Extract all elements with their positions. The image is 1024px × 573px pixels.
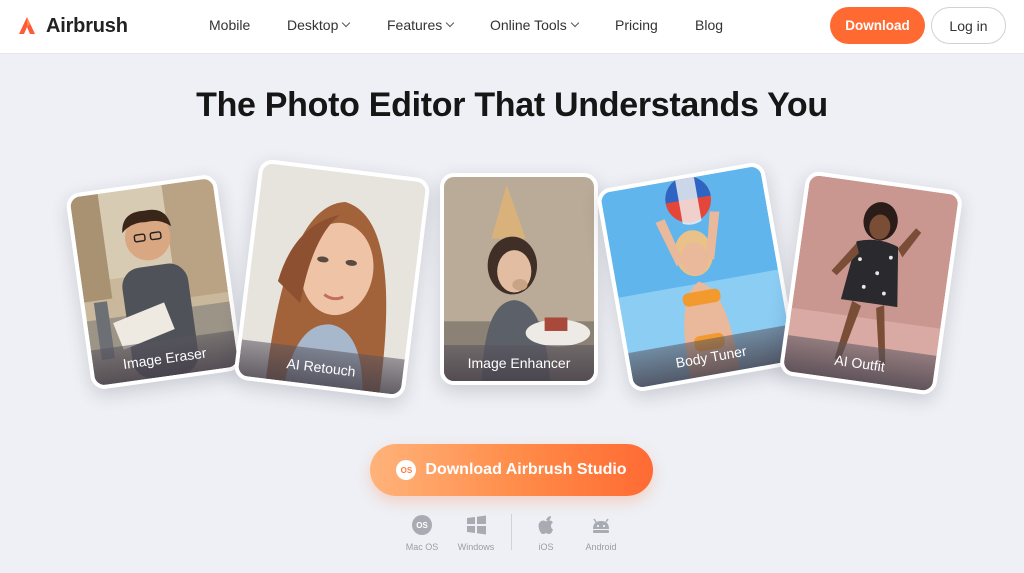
macos-icon: OS bbox=[412, 515, 432, 535]
platform-macos[interactable]: OS Mac OS bbox=[392, 514, 452, 552]
chevron-down-icon bbox=[446, 18, 455, 28]
nav-online-tools[interactable]: Online Tools bbox=[490, 17, 580, 33]
nav-features[interactable]: Features bbox=[387, 17, 455, 33]
header-download-button[interactable]: Download bbox=[830, 7, 925, 44]
hero-headline: The Photo Editor That Understands You bbox=[196, 86, 828, 124]
feature-card-image-eraser[interactable]: Image Eraser bbox=[64, 173, 244, 391]
nav-features-label: Features bbox=[387, 17, 443, 33]
download-studio-button[interactable]: OS Download Airbrush Studio bbox=[370, 444, 653, 496]
nav-blog-label: Blog bbox=[695, 17, 724, 33]
download-studio-label: Download Airbrush Studio bbox=[425, 461, 627, 478]
platform-ios-label: iOS bbox=[538, 542, 554, 552]
macos-icon: OS bbox=[396, 460, 417, 480]
nav-pricing-label: Pricing bbox=[615, 17, 658, 33]
svg-text:OS: OS bbox=[416, 521, 428, 530]
platform-macos-label: Mac OS bbox=[405, 542, 439, 552]
android-icon bbox=[593, 518, 609, 533]
nav-online-tools-label: Online Tools bbox=[490, 17, 567, 33]
image-enhancer-label: Image Enhancer bbox=[444, 345, 594, 381]
feature-card-body-tuner[interactable]: Body Tuner bbox=[595, 160, 799, 394]
nav-pricing[interactable]: Pricing bbox=[615, 17, 658, 33]
chevron-down-icon bbox=[570, 18, 580, 28]
windows-icon bbox=[467, 515, 486, 535]
feature-card-ai-outfit[interactable]: AI Outfit bbox=[778, 170, 964, 396]
top-navbar: Airbrush Mobile Desktop Features Online … bbox=[0, 0, 1024, 54]
platform-windows[interactable]: Windows bbox=[446, 514, 506, 552]
platform-ios[interactable]: iOS bbox=[516, 514, 576, 552]
nav-blog[interactable]: Blog bbox=[695, 17, 723, 33]
platform-android-label: Android bbox=[585, 542, 617, 552]
apple-icon bbox=[538, 516, 553, 534]
nav-mobile-label: Mobile bbox=[209, 17, 251, 33]
feature-card-ai-retouch[interactable]: AI Retouch bbox=[233, 158, 431, 400]
platform-windows-label: Windows bbox=[457, 542, 495, 552]
chevron-down-icon bbox=[342, 18, 351, 28]
feature-card-image-enhancer[interactable]: Image Enhancer bbox=[440, 173, 598, 385]
login-button[interactable]: Log in bbox=[931, 7, 1006, 44]
platform-divider bbox=[511, 514, 512, 550]
nav-desktop[interactable]: Desktop bbox=[287, 17, 351, 33]
nav-desktop-label: Desktop bbox=[287, 17, 339, 33]
nav-mobile[interactable]: Mobile bbox=[209, 17, 250, 33]
platform-android[interactable]: Android bbox=[571, 514, 631, 552]
